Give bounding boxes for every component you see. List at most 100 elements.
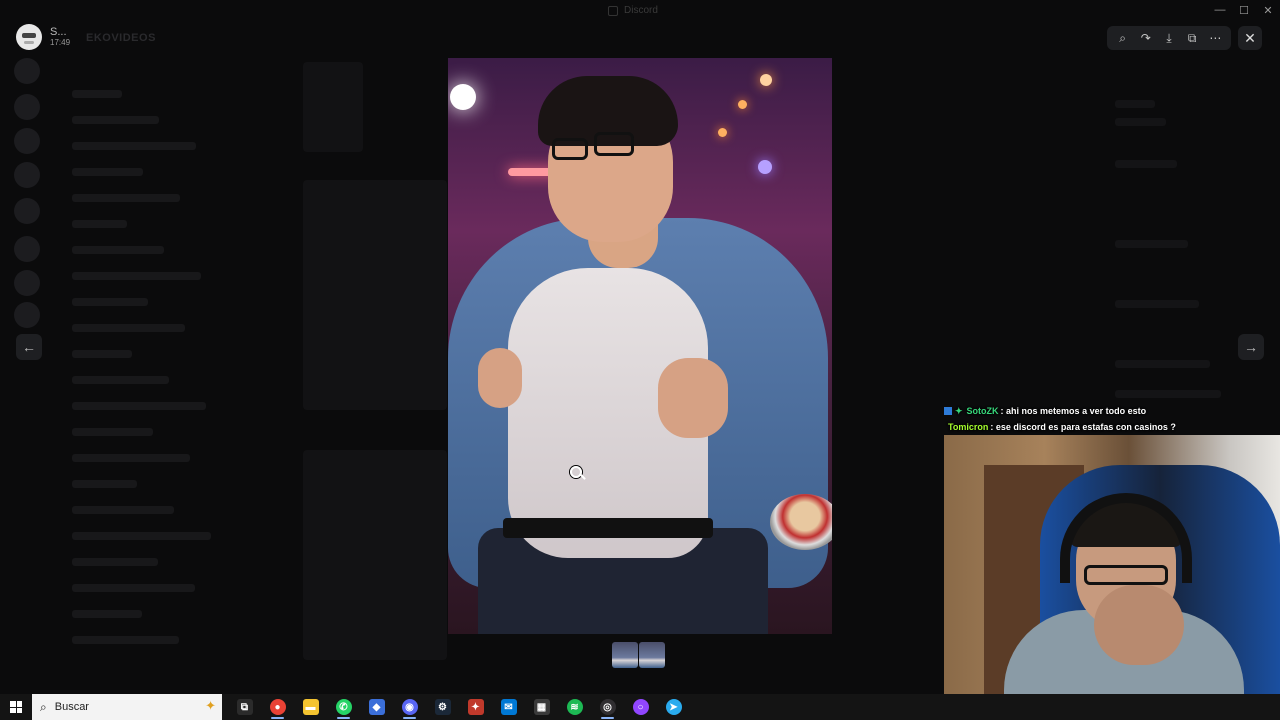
channel-item[interactable]	[72, 298, 148, 306]
thumbnail[interactable]	[639, 642, 665, 668]
start-button[interactable]	[0, 694, 32, 720]
chat-message: Tomicron : ese discord es para estafas c…	[944, 419, 1280, 435]
member-item[interactable]	[1115, 300, 1199, 308]
obs-taskbar-button[interactable]: ◎	[591, 694, 624, 720]
thumbnail-strip	[612, 642, 665, 668]
steam-icon: ⚙	[434, 699, 451, 715]
channel-item[interactable]	[72, 324, 185, 332]
channel-item[interactable]	[72, 428, 153, 436]
forward-button[interactable]: ↷	[1136, 28, 1156, 48]
server-icon[interactable]	[14, 162, 40, 188]
stream-chat-overlay: ✦ SotoZK : ahi nos metemos a ver todo est…	[944, 403, 1280, 435]
download-button[interactable]: ⤓	[1159, 28, 1179, 48]
sparkle-icon: ✦	[205, 698, 216, 713]
glasses	[552, 138, 588, 160]
member-item[interactable]	[1115, 240, 1188, 248]
obs-icon: ◎	[599, 699, 616, 715]
task-view-icon: ⧉	[236, 699, 253, 715]
uploader-info[interactable]: S... 17:49	[16, 24, 70, 50]
channel-item[interactable]	[72, 402, 206, 410]
server-icon[interactable]	[14, 128, 40, 154]
maximize-button[interactable]: ☐	[1232, 0, 1256, 20]
server-icon[interactable]	[14, 58, 40, 84]
sparkle-badge-icon: ✦	[955, 406, 963, 416]
upload-time: 17:49	[50, 38, 71, 47]
member-item[interactable]	[1115, 160, 1177, 168]
twitch-icon: ○	[632, 699, 649, 715]
channel-item[interactable]	[72, 532, 211, 540]
discord-icon: ◉	[401, 699, 418, 715]
minimize-button[interactable]: —	[1208, 0, 1232, 20]
light-bokeh	[760, 74, 772, 86]
close-icon: ✕	[1244, 29, 1256, 46]
server-icon[interactable]	[14, 198, 40, 224]
spotify-taskbar-button[interactable]: ≋	[558, 694, 591, 720]
close-viewer-button[interactable]: ✕	[1238, 26, 1262, 50]
member-item[interactable]	[1115, 390, 1221, 398]
channel-item[interactable]	[72, 558, 158, 566]
channel-item[interactable]	[72, 142, 196, 150]
channel-item[interactable]	[72, 636, 179, 644]
window-close-button[interactable]: ✕	[1256, 0, 1280, 20]
file-explorer-taskbar-button[interactable]: ▬	[294, 694, 327, 720]
channel-item[interactable]	[72, 90, 122, 98]
telegram-taskbar-button[interactable]: ➤	[657, 694, 690, 720]
channel-item[interactable]	[72, 168, 143, 176]
server-icon[interactable]	[14, 270, 40, 296]
chat-image-preview	[303, 450, 447, 660]
channel-item[interactable]	[72, 194, 180, 202]
next-image-button[interactable]: →	[1238, 334, 1264, 360]
server-icon[interactable]	[14, 236, 40, 262]
twitch-taskbar-button[interactable]: ○	[624, 694, 657, 720]
app-game-icon: ✦	[467, 699, 484, 715]
steam-taskbar-button[interactable]: ⚙	[426, 694, 459, 720]
zoom-button[interactable]: ⌕	[1113, 28, 1133, 48]
previous-image-button[interactable]: ←	[16, 334, 42, 360]
search-icon: ⌕	[40, 699, 47, 714]
channel-item[interactable]	[72, 506, 174, 514]
calculator-taskbar-button[interactable]: ▦	[525, 694, 558, 720]
viewer-image[interactable]	[448, 58, 832, 634]
app-blue-taskbar-button[interactable]: ◆	[360, 694, 393, 720]
member-item[interactable]	[1115, 100, 1155, 108]
app-game-taskbar-button[interactable]: ✦	[459, 694, 492, 720]
task-view-taskbar-button[interactable]: ⧉	[228, 694, 261, 720]
channel-item[interactable]	[72, 376, 169, 384]
server-icon[interactable]	[14, 94, 40, 120]
channel-item[interactable]	[72, 116, 159, 124]
open-external-button[interactable]: ⧉	[1182, 28, 1202, 48]
person-belt	[503, 518, 713, 538]
channel-item[interactable]	[72, 480, 137, 488]
channel-item[interactable]	[72, 610, 142, 618]
avatar[interactable]	[16, 24, 42, 50]
chat-message: ✦ SotoZK : ahi nos metemos a ver todo est…	[944, 403, 1280, 419]
channel-item[interactable]	[72, 584, 195, 592]
chat-username: Tomicron	[948, 422, 989, 432]
chrome-taskbar-button[interactable]: ●	[261, 694, 294, 720]
window-title: Discord	[608, 5, 658, 16]
channel-item[interactable]	[72, 350, 132, 358]
thumbnail[interactable]	[612, 642, 638, 668]
server-icon[interactable]	[14, 302, 40, 328]
discord-logo-icon	[608, 5, 618, 16]
discord-taskbar-button[interactable]: ◉	[393, 694, 426, 720]
channel-item[interactable]	[72, 246, 164, 254]
mail-icon: ✉	[500, 699, 517, 715]
mail-taskbar-button[interactable]: ✉	[492, 694, 525, 720]
zoom-cursor-icon	[570, 466, 582, 478]
more-button[interactable]: ⋯	[1205, 28, 1225, 48]
open-external-icon: ⧉	[1187, 30, 1197, 45]
webcam-glasses	[1084, 565, 1168, 585]
member-item[interactable]	[1115, 360, 1210, 368]
taskbar-search[interactable]: ⌕ Buscar ✦	[32, 694, 222, 720]
download-icon: ⤓	[1166, 30, 1172, 45]
channel-item[interactable]	[72, 454, 190, 462]
member-item[interactable]	[1115, 118, 1166, 126]
file-explorer-icon: ▬	[302, 699, 319, 715]
chat-image-preview	[303, 180, 447, 410]
channel-item[interactable]	[72, 220, 127, 228]
channel-item[interactable]	[72, 272, 201, 280]
channel-list	[58, 50, 248, 670]
whatsapp-taskbar-button[interactable]: ✆	[327, 694, 360, 720]
chrome-icon: ●	[269, 699, 286, 715]
